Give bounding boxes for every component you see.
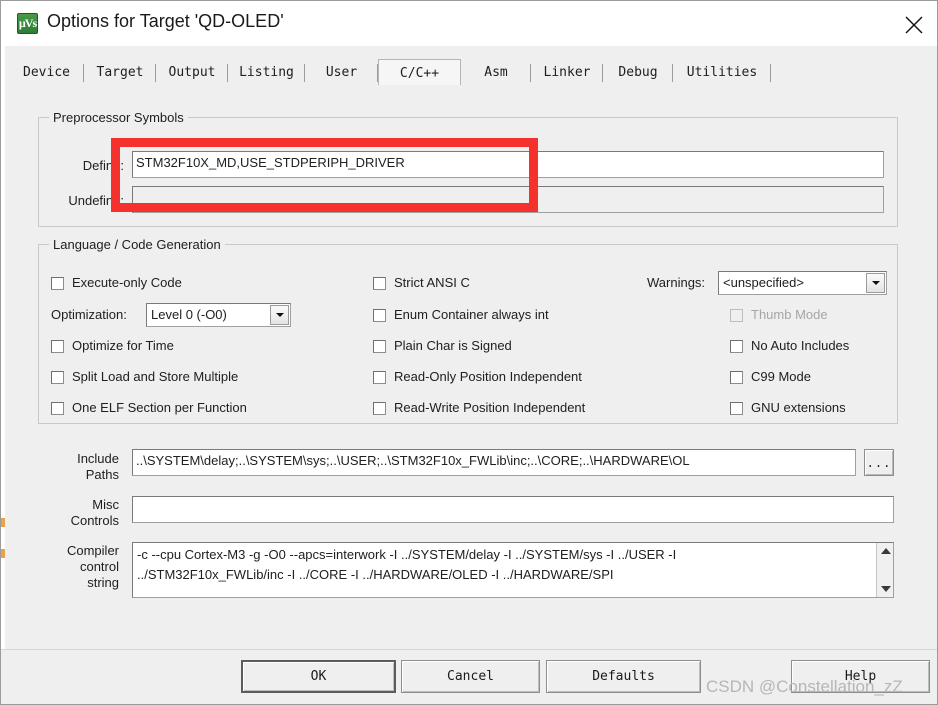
checkbox-label: No Auto Includes (751, 338, 850, 353)
checkbox-box (373, 371, 386, 384)
edge-artifact-1 (1, 518, 5, 527)
tab-utilities[interactable]: Utilities (673, 61, 771, 85)
titlebar: µVs Options for Target 'QD-OLED' (1, 1, 937, 46)
warnings-value: <unspecified> (723, 275, 804, 290)
chevron-down-icon[interactable] (866, 273, 885, 293)
checkbox-box (730, 371, 743, 384)
undefine-label: Undefine: (68, 193, 124, 208)
tab-device-label: Device (23, 65, 70, 80)
warnings-select[interactable]: <unspecified> (718, 271, 887, 295)
checkbox-box (730, 402, 743, 415)
help-button[interactable]: Help (791, 660, 930, 693)
checkbox-label: Optimize for Time (72, 338, 174, 353)
tab-debug-label: Debug (618, 65, 658, 80)
checkbox-label: Strict ANSI C (394, 275, 470, 290)
tab-asm[interactable]: Asm (461, 61, 531, 85)
undefine-input[interactable] (132, 186, 884, 213)
window-left-edge (1, 1, 5, 704)
tab-user[interactable]: User (305, 61, 378, 85)
chevron-down-icon-tri (275, 313, 284, 317)
include-paths-browse-button[interactable]: ... (864, 449, 894, 476)
misc-controls-label-line2: Controls (70, 513, 119, 528)
ok-button[interactable]: OK (241, 660, 396, 693)
edge-artifact-2 (1, 549, 5, 558)
tab-strip: Device Target Output Listing User C/C++ … (9, 59, 929, 87)
compiler-control-label-line3: string (87, 575, 119, 590)
tab-c-cpp-label: C/C++ (399, 66, 440, 81)
define-input[interactable]: STM32F10X_MD,USE_STDPERIPH_DRIVER (132, 151, 884, 178)
tab-linker-label: Linker (543, 65, 591, 80)
checkbox-box (373, 309, 386, 322)
checkbox-box (51, 277, 64, 290)
tab-device[interactable]: Device (9, 61, 84, 85)
checkbox-box (51, 371, 64, 384)
compiler-control-scrollbar[interactable] (876, 543, 893, 597)
checkbox-label: C99 Mode (751, 369, 811, 384)
tab-user-label: User (325, 65, 358, 80)
include-paths-browse-label: ... (866, 455, 892, 470)
tab-output[interactable]: Output (156, 61, 228, 85)
defaults-button[interactable]: Defaults (546, 660, 701, 693)
checkbox-box (373, 340, 386, 353)
tab-listing-label: Listing (239, 65, 294, 80)
checkbox-label: Read-Write Position Independent (394, 400, 586, 415)
tab-c-cpp[interactable]: C/C++ (378, 59, 461, 87)
scroll-up-icon[interactable] (877, 543, 893, 559)
keil-uvision-icon-glyph: µVs (18, 16, 37, 30)
optimization-value: Level 0 (-O0) (151, 307, 227, 322)
compiler-control-string-line2: ../STM32F10x_FWLib/inc -I ../CORE -I ../… (137, 567, 614, 582)
tab-debug[interactable]: Debug (603, 61, 673, 85)
dialog-button-bar: OK Cancel Defaults Help (1, 649, 937, 704)
preprocessor-symbols-legend: Preprocessor Symbols (49, 110, 188, 125)
checkbox-label: Plain Char is Signed (394, 338, 512, 353)
tab-utilities-label: Utilities (686, 65, 758, 80)
cancel-button[interactable]: Cancel (401, 660, 540, 693)
checkbox-label: Split Load and Store Multiple (72, 369, 239, 384)
checkbox-label: Enum Container always int (394, 307, 549, 322)
chevron-down-icon[interactable] (270, 305, 289, 325)
tab-listing[interactable]: Listing (228, 61, 305, 85)
compiler-control-string-line1: -c --cpu Cortex-M3 -g -O0 --apcs=interwo… (137, 547, 677, 562)
checkbox-label: Read-Only Position Independent (394, 369, 582, 384)
close-icon-svg (905, 16, 923, 34)
misc-controls-input[interactable] (132, 496, 894, 523)
checkbox-label: Thumb Mode (751, 307, 828, 322)
include-paths-input[interactable]: ..\SYSTEM\delay;..\SYSTEM\sys;..\USER;..… (132, 449, 856, 476)
tab-output-label: Output (168, 65, 216, 80)
optimization-select[interactable]: Level 0 (-O0) (146, 303, 291, 327)
scroll-down-icon[interactable] (877, 581, 893, 597)
optimization-label: Optimization: (51, 307, 127, 322)
tab-linker[interactable]: Linker (531, 61, 603, 85)
close-icon[interactable] (891, 1, 937, 46)
checkbox-label: One ELF Section per Function (72, 400, 247, 415)
warnings-label: Warnings: (647, 275, 706, 290)
include-paths-label-line1: Include (77, 451, 119, 466)
keil-uvision-icon: µVs (17, 13, 38, 34)
checkbox-box (51, 402, 64, 415)
window-title: Options for Target 'QD-OLED' (47, 11, 284, 31)
checkbox-box (730, 340, 743, 353)
c-cpp-page: Preprocessor Symbols Define: STM32F10X_M… (9, 85, 929, 645)
include-paths-label-line2: Paths (85, 467, 119, 482)
language-code-generation-legend: Language / Code Generation (49, 237, 225, 252)
compiler-control-label-line1: Compiler (66, 543, 119, 558)
checkbox-box (373, 402, 386, 415)
scroll-down-icon-tri (880, 586, 891, 592)
tab-separator (770, 64, 771, 82)
misc-controls-label-line1: Misc (92, 497, 119, 512)
tab-target[interactable]: Target (84, 61, 156, 85)
define-label: Define: (82, 158, 124, 173)
tab-asm-label: Asm (484, 65, 508, 80)
checkbox-box (730, 309, 743, 322)
checkbox-label: Execute-only Code (72, 275, 182, 290)
compiler-control-label-line2: control (79, 559, 119, 574)
chevron-down-icon-tri (871, 281, 880, 285)
checkbox-label: GNU extensions (751, 400, 846, 415)
checkbox-box (51, 340, 64, 353)
checkbox-box (373, 277, 386, 290)
tab-target-label: Target (96, 65, 144, 80)
options-dialog: µVs Options for Target 'QD-OLED' Device … (0, 0, 938, 705)
compiler-control-string-textarea[interactable]: -c --cpu Cortex-M3 -g -O0 --apcs=interwo… (132, 542, 894, 598)
scroll-up-icon-tri (880, 548, 891, 554)
